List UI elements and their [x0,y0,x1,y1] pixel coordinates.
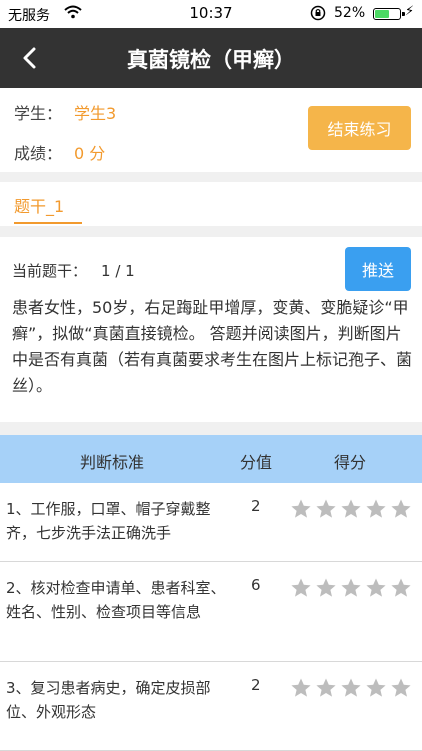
star-rating[interactable] [290,498,412,520]
header-score: 分值 [240,453,273,472]
star-icon[interactable] [365,677,387,699]
star-icon[interactable] [340,677,362,699]
criterion-text: 3、复习患者病史，确定皮损部位、外观形态 [6,679,211,721]
score-label: 成绩： [14,144,63,163]
score-row: 成绩： 0 分 [14,140,105,164]
tab-active-indicator [14,222,82,224]
star-icon[interactable] [290,577,312,599]
star-icon[interactable] [315,677,337,699]
criteria-list: 1、工作服，口罩、帽子穿戴整齐，七步洗手法正确洗手 2 2、核对检查申请单、患者… [0,483,422,751]
star-icon[interactable] [390,498,412,520]
criterion-score: 2 [251,497,261,515]
star-rating[interactable] [290,577,412,599]
page-title: 真菌镜检（甲癣） [127,48,295,72]
student-name: 学生3 [74,104,117,123]
star-icon[interactable] [290,498,312,520]
criteria-row: 1、工作服，口罩、帽子穿戴整齐，七步洗手法正确洗手 2 [0,483,422,562]
criteria-row: 3、复习患者病史，确定皮损部位、外观形态 2 [0,662,422,751]
battery-icon [373,8,405,20]
star-icon[interactable] [365,577,387,599]
push-button[interactable]: 推送 [345,247,411,291]
student-info-card: 学生： 学生3 成绩： 0 分 结束练习 [0,88,422,172]
battery-percent: 52% [334,5,366,21]
question-text: 患者女性，50岁，右足踇趾甲增厚，变黄、变脆疑诊“甲癣”，拟做“真菌直接镜检。 … [12,298,413,395]
star-icon[interactable] [365,498,387,520]
criterion-text: 2、核对检查申请单、患者科室、姓名、性别、检查项目等信息 [6,579,226,621]
question-counter: 当前题干： 1 / 1 [12,260,135,281]
question-card: 当前题干： 1 / 1 推送 患者女性，50岁，右足踇趾甲增厚，变黄、变脆疑诊“甲… [0,237,422,422]
star-rating[interactable] [290,677,412,699]
criterion-score: 6 [251,576,261,594]
criteria-row: 2、核对检查申请单、患者科室、姓名、性别、检查项目等信息 6 [0,562,422,662]
table-header: 判断标准 分值 得分 [0,435,422,483]
charging-bolt-icon: ⚡ [405,4,415,19]
tab-label: 题干_1 [14,197,65,216]
tab-question-1[interactable]: 题干_1 [14,182,82,226]
rotation-lock-icon [310,5,326,21]
criterion-score: 2 [251,676,261,694]
student-label: 学生： [14,104,63,123]
student-row: 学生： 学生3 [14,100,116,124]
status-bar: 无服务 10:37 52% ⚡ [0,0,422,28]
nav-bar: 真菌镜检（甲癣） [0,28,422,88]
counter-value: 1 / 1 [101,262,135,280]
header-criterion: 判断标准 [80,453,145,472]
score-value: 0 分 [74,144,106,163]
criterion-text: 1、工作服，口罩、帽子穿戴整齐，七步洗手法正确洗手 [6,500,211,542]
counter-label: 当前题干： [12,262,88,280]
star-icon[interactable] [315,577,337,599]
end-practice-button[interactable]: 结束练习 [308,106,411,150]
star-icon[interactable] [340,498,362,520]
star-icon[interactable] [290,677,312,699]
star-icon[interactable] [315,498,337,520]
header-earned: 得分 [334,453,367,472]
star-icon[interactable] [340,577,362,599]
star-icon[interactable] [390,677,412,699]
star-icon[interactable] [390,577,412,599]
question-tabs: 题干_1 [0,182,422,226]
